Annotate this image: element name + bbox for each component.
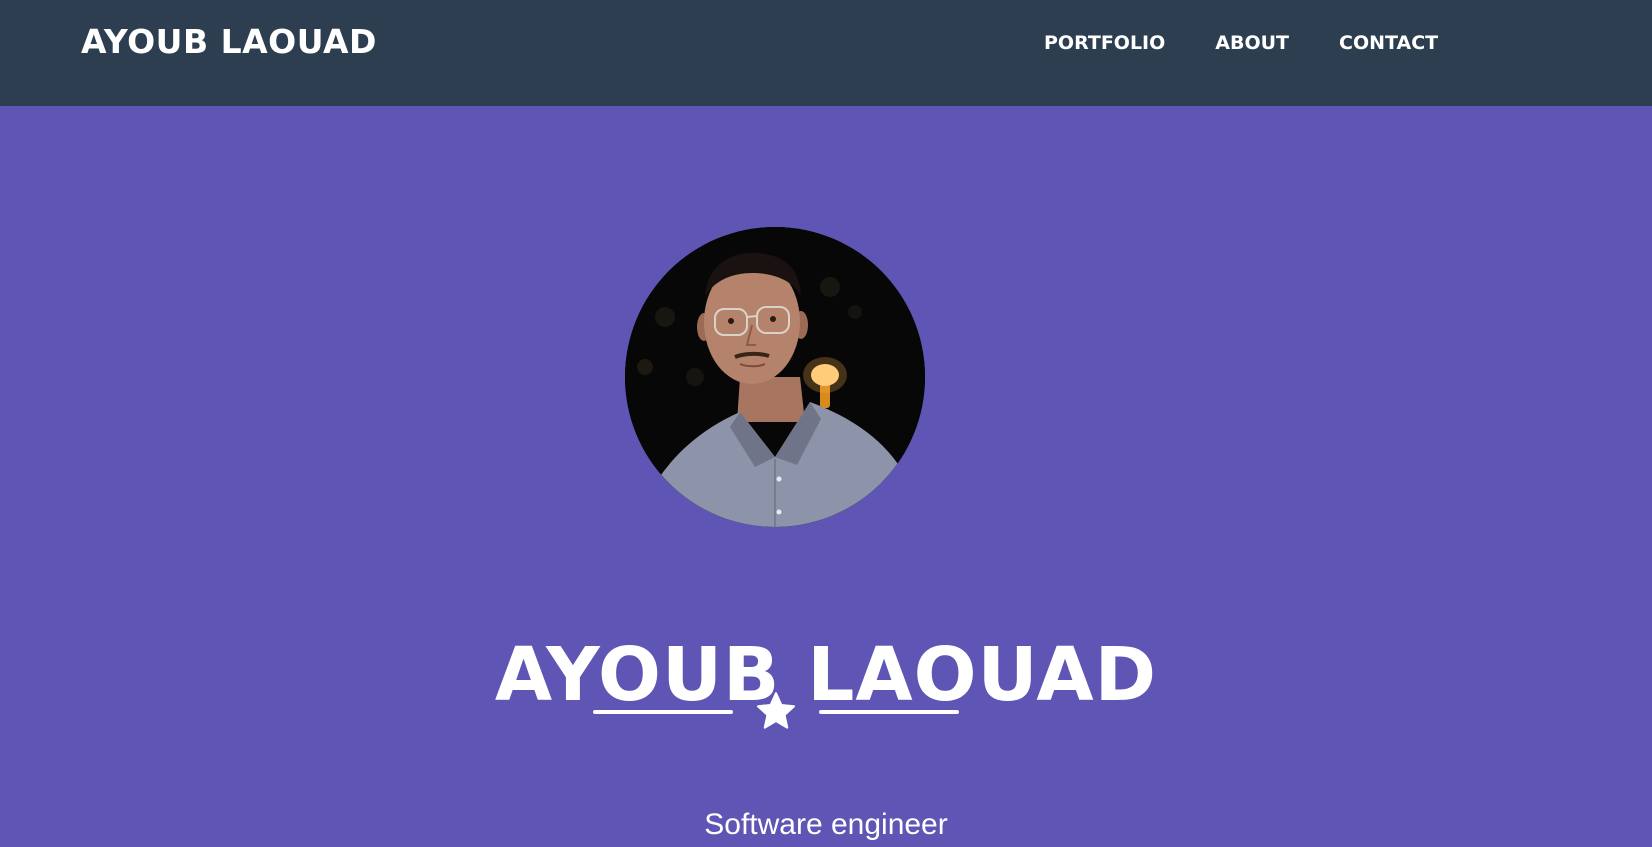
divider-line-left: [593, 710, 733, 714]
navbar: AYOUB LAOUAD PORTFOLIO ABOUT CONTACT: [0, 0, 1652, 106]
hero-subtitle: Software engineer: [704, 808, 948, 841]
divider-line-right: [819, 710, 959, 714]
star-icon: [756, 692, 796, 729]
nav-link-contact[interactable]: CONTACT: [1339, 28, 1438, 58]
divider: [593, 690, 959, 734]
nav-menu: PORTFOLIO ABOUT CONTACT: [1044, 28, 1438, 58]
avatar: [625, 227, 925, 527]
nav-link-about[interactable]: ABOUT: [1215, 28, 1289, 58]
avatar-photo: [625, 227, 925, 527]
nav-link-portfolio[interactable]: PORTFOLIO: [1044, 28, 1165, 58]
brand-logo-link[interactable]: AYOUB LAOUAD: [81, 22, 377, 62]
